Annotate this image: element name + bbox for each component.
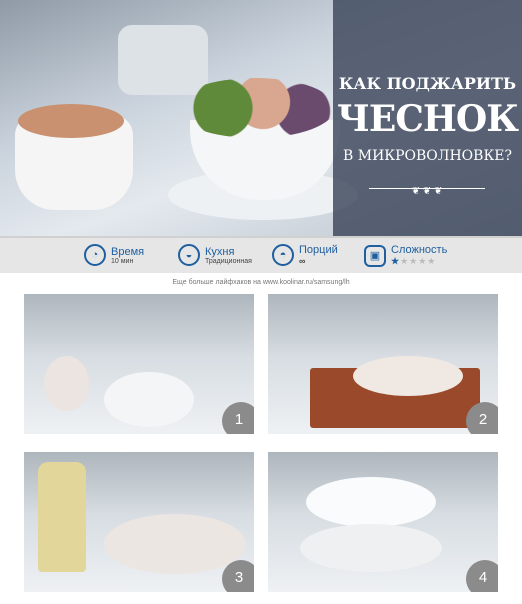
info-value: ∞ xyxy=(299,256,306,266)
background-jar xyxy=(118,25,208,95)
more-lifehacks-link[interactable]: Еще больше лайфхаков на www.koolinar.ru/… xyxy=(0,279,522,286)
clock-icon: ◔ xyxy=(84,244,106,266)
bowl xyxy=(104,514,246,574)
step-photo-1: 1 xyxy=(24,294,254,434)
step-photo-2: 2 xyxy=(268,294,498,434)
title-line-3: В МИКРОВОЛНОВКЕ? xyxy=(343,148,512,164)
recipe-info-bar: ◔ Время 10 мин ◒ Кухня Традиционная ◓ Порц… xyxy=(0,236,522,273)
wooden-lid xyxy=(18,104,124,138)
info-value: Традиционная xyxy=(205,257,252,265)
step-number-badge: 1 xyxy=(222,402,254,434)
step-photo-3: 3 xyxy=(24,452,254,592)
step-number-badge: 3 xyxy=(222,560,254,592)
title-panel: КАК ПОДЖАРИТЬ ЧЕСНОК В МИКРОВОЛНОВКЕ? ❦ … xyxy=(333,0,522,236)
step-photo-4: 4 xyxy=(268,452,498,592)
hero-photo: КАК ПОДЖАРИТЬ ЧЕСНОК В МИКРОВОЛНОВКЕ? ❦ … xyxy=(0,0,522,236)
info-cuisine: ◒ Кухня Традиционная xyxy=(178,244,252,266)
oil-bottle xyxy=(38,462,86,572)
info-time: ◔ Время 10 мин xyxy=(84,244,144,266)
cuisine-icon: ◒ xyxy=(178,244,200,266)
info-servings: ◓ Порций ∞ xyxy=(272,244,338,266)
step-number-badge: 4 xyxy=(466,560,498,592)
difficulty-rating: ★★★★★ xyxy=(391,256,437,266)
bowl xyxy=(104,372,194,427)
bowl-lid xyxy=(306,477,436,527)
info-label: Порций xyxy=(299,244,338,256)
ornament-icon: ❦ ❦ ❦ xyxy=(369,187,485,198)
garlic-bulb xyxy=(44,356,89,411)
info-label: Сложность xyxy=(391,244,448,256)
bowl xyxy=(300,524,442,572)
info-label: Время xyxy=(111,245,145,258)
difficulty-icon: ▣ xyxy=(364,244,386,267)
servings-icon: ◓ xyxy=(272,244,294,266)
info-label: Кухня xyxy=(205,245,235,258)
garlic-greens xyxy=(175,78,335,138)
title-line-1: КАК ПОДЖАРИТЬ xyxy=(338,74,517,93)
info-value: 10 мин xyxy=(111,257,134,265)
info-difficulty: ▣ Сложность ★★★★★ xyxy=(364,244,447,267)
garlic-halves xyxy=(353,356,463,396)
step-number-badge: 2 xyxy=(466,402,498,434)
title-line-2: ЧЕСНОК xyxy=(336,98,519,140)
